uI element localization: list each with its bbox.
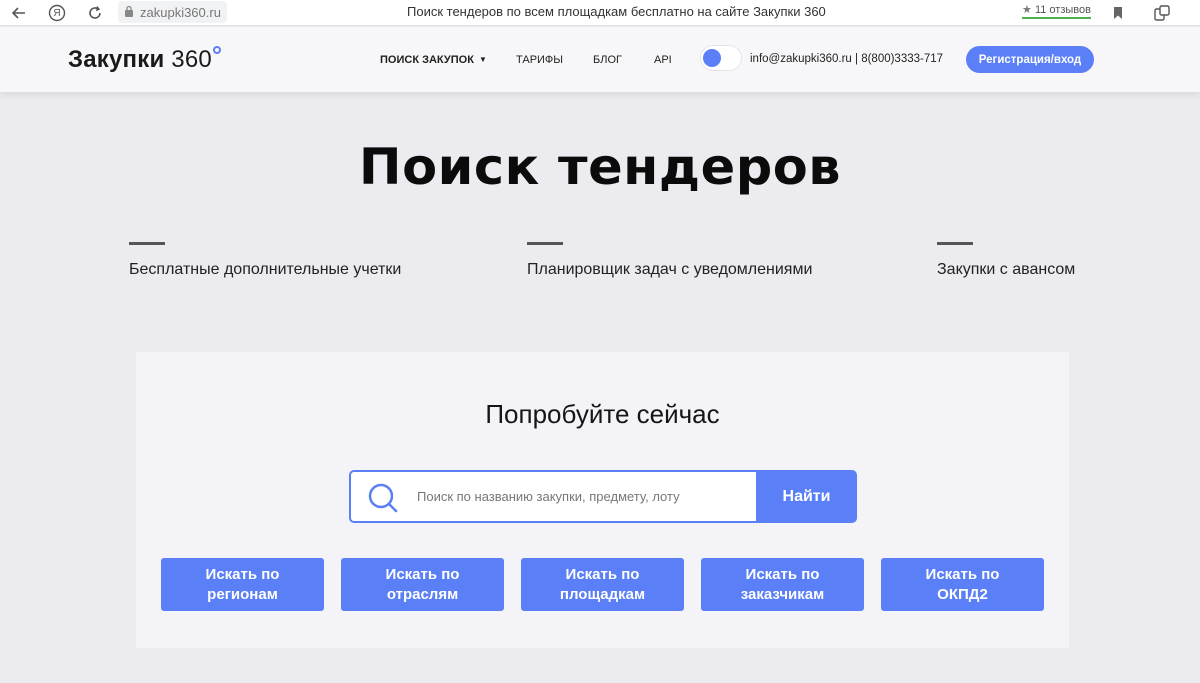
feature-text: Бесплатные дополнительные учетки bbox=[129, 261, 402, 278]
filter-label-line1: Искать по bbox=[385, 565, 460, 583]
reload-icon[interactable] bbox=[82, 2, 108, 24]
filter-label-line2: заказчикам bbox=[740, 585, 825, 603]
star-icon: ★ bbox=[1022, 4, 1032, 16]
filter-label-line1: Искать по bbox=[565, 565, 640, 583]
back-arrow-icon[interactable] bbox=[6, 2, 32, 24]
search-card-title: Попробуйте сейчас bbox=[485, 399, 720, 429]
filter-label-line1: Искать по bbox=[925, 565, 1000, 583]
search-by-industries-button[interactable]: Искать по отраслям bbox=[341, 558, 504, 611]
filter-label-line2: площадкам bbox=[559, 585, 646, 603]
reviews-text: 11 отзывов bbox=[1034, 4, 1091, 16]
address-bar[interactable]: zakupki360.ru bbox=[118, 1, 227, 23]
feature-dash bbox=[527, 242, 563, 245]
feature-item: Бесплатные дополнительные учетки bbox=[129, 242, 401, 279]
search-card: Попробуйте сейчас Найти Искать по регион… bbox=[136, 352, 1069, 648]
reviews-link[interactable]: ★ 11 отзывов bbox=[1022, 3, 1091, 19]
search-box[interactable] bbox=[349, 470, 756, 523]
url-text: zakupki360.ru bbox=[140, 4, 221, 20]
logo-number: 360 bbox=[171, 46, 212, 73]
feature-text: Закупки с авансом bbox=[937, 261, 1076, 278]
search-by-regions-button[interactable]: Искать по регионам bbox=[161, 558, 324, 611]
search-by-customers-button[interactable]: Искать по заказчикам bbox=[701, 558, 864, 611]
lock-icon bbox=[125, 5, 133, 17]
filter-label-line2: регионам bbox=[207, 585, 278, 603]
feature-item: Планировщик задач с уведомлениями bbox=[527, 242, 812, 279]
feature-text: Планировщик задач с уведомлениями bbox=[527, 261, 813, 278]
page-title: Поиск тендеров bbox=[358, 138, 842, 196]
filter-label-line2: ОКПД2 bbox=[937, 585, 988, 603]
register-login-button[interactable]: Регистрация/вход bbox=[966, 46, 1094, 73]
browser-toolbar: Я zakupki360.ru Поиск тендеров по всем п… bbox=[0, 0, 1200, 26]
nav-blog[interactable]: БЛОГ bbox=[593, 54, 622, 66]
search-by-platforms-button[interactable]: Искать по площадкам bbox=[521, 558, 684, 611]
yandex-glyph: Я bbox=[53, 7, 61, 19]
nav-search-label: ПОИСК ЗАКУПОК bbox=[380, 54, 474, 66]
filter-label-line1: Искать по bbox=[205, 565, 280, 583]
logo[interactable]: Закупки 360 bbox=[68, 46, 221, 74]
bookmark-icon[interactable] bbox=[1108, 3, 1128, 23]
toggle-knob bbox=[703, 49, 721, 67]
theme-toggle[interactable] bbox=[700, 45, 742, 71]
extension-icon[interactable] bbox=[1152, 3, 1172, 23]
tab-title: Поиск тендеров по всем площадкам бесплат… bbox=[407, 4, 826, 19]
feature-item: Закупки с авансом bbox=[937, 242, 1075, 279]
filter-label-line1: Искать по bbox=[745, 565, 820, 583]
nav-search-procurements[interactable]: ПОИСК ЗАКУПОК ▼ bbox=[380, 54, 487, 66]
find-button[interactable]: Найти bbox=[756, 470, 857, 523]
chevron-down-icon: ▼ bbox=[478, 55, 487, 64]
feature-dash bbox=[937, 242, 973, 245]
nav-api[interactable]: API bbox=[654, 54, 672, 66]
site-header: Закупки 360 ПОИСК ЗАКУПОК ▼ ТАРИФЫ БЛОГ A… bbox=[0, 27, 1200, 92]
yandex-icon[interactable]: Я bbox=[44, 2, 70, 24]
search-icon bbox=[368, 483, 398, 513]
logo-ring-icon bbox=[212, 46, 221, 54]
search-input[interactable] bbox=[417, 472, 747, 521]
filter-label-line2: отраслям bbox=[386, 585, 459, 603]
logo-word: Закупки bbox=[68, 46, 165, 73]
contacts-text: info@zakupki360.ru | 8(800)3333-717 bbox=[750, 53, 944, 65]
feature-dash bbox=[129, 242, 165, 245]
nav-tariffs[interactable]: ТАРИФЫ bbox=[516, 54, 563, 66]
search-by-okpd2-button[interactable]: Искать по ОКПД2 bbox=[881, 558, 1044, 611]
